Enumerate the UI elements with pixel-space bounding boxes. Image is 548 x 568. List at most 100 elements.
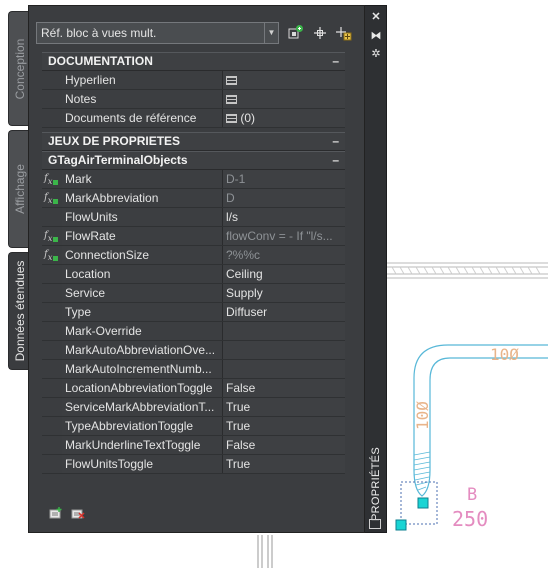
property-row[interactable]: Notes (42, 90, 345, 109)
property-row-flow-units-toggle[interactable]: FlowUnitsToggle True (42, 455, 345, 474)
property-name: LocationAbbreviationToggle (62, 379, 223, 397)
property-value: D-1 (223, 170, 345, 188)
section-gtag-air-terminal[interactable]: GTagAirTerminalObjects – (42, 151, 345, 170)
tab-affichage[interactable]: Affichage (8, 130, 30, 248)
property-value[interactable]: Diffuser (223, 303, 345, 321)
section-property-sets-title: JEUX DE PROPRIETES (48, 134, 181, 148)
property-row-service-mark-abbreviation-toggle[interactable]: ServiceMarkAbbreviationT... True (42, 398, 345, 417)
section-gtag-title: GTagAirTerminalObjects (48, 153, 188, 167)
property-value: D (223, 189, 345, 207)
property-value[interactable]: True (223, 417, 345, 435)
property-name: Mark-Override (62, 322, 223, 340)
wall-hatch-marks (391, 266, 541, 275)
collapse-icon[interactable]: – (332, 152, 339, 169)
property-value[interactable]: Supply (223, 284, 345, 302)
property-value[interactable]: False (223, 379, 345, 397)
edit-table-icon[interactable] (226, 76, 237, 85)
edit-table-icon[interactable] (226, 95, 237, 104)
gear-icon[interactable]: ✲ (368, 47, 384, 61)
close-icon[interactable]: ✕ (368, 10, 384, 24)
property-name: Notes (62, 90, 223, 108)
property-name: Location (62, 265, 223, 283)
toggle-pickadd-icon[interactable] (335, 24, 353, 42)
property-value[interactable]: (0) (223, 109, 345, 127)
property-value[interactable] (223, 360, 345, 378)
property-value[interactable]: True (223, 455, 345, 473)
property-row[interactable]: Documents de référence (0) (42, 109, 345, 128)
property-row-location-abbreviation-toggle[interactable]: LocationAbbreviationToggle False (42, 379, 345, 398)
property-value[interactable] (223, 71, 345, 89)
wall-vertical (257, 535, 273, 568)
property-row-type-abbreviation-toggle[interactable]: TypeAbbreviationToggle True (42, 417, 345, 436)
tag-number: 250 (452, 507, 488, 531)
property-row[interactable]: Hyperlien (42, 71, 345, 90)
property-value[interactable] (223, 322, 345, 340)
property-name: Type (62, 303, 223, 321)
object-type-dropdown[interactable]: Réf. bloc à vues mult. ▼ (36, 22, 279, 44)
collapse-icon[interactable]: – (332, 53, 339, 70)
property-grid: DOCUMENTATION – Hyperlien Notes Document… (42, 52, 345, 474)
property-row-mark-abbreviation[interactable]: fx MarkAbbreviation D (42, 189, 345, 208)
quick-select-icon[interactable] (287, 24, 305, 42)
edit-table-icon[interactable] (226, 114, 237, 123)
tab-donnees-etendues-label: Données étendues (12, 260, 27, 362)
wall-hatch-horizontal (387, 262, 548, 279)
property-row-mark-override[interactable]: Mark-Override (42, 322, 345, 341)
property-value[interactable]: l/s (223, 208, 345, 226)
add-property-set-icon[interactable] (49, 507, 63, 519)
palette-title-bar[interactable]: ✕ ⧓ ✲ PROPRIÉTÉS (365, 5, 387, 533)
tab-affichage-label: Affichage (12, 164, 27, 214)
property-name: MarkAbbreviation (62, 189, 223, 207)
duct-size-label-horizontal: 10Ø (490, 345, 519, 364)
property-name: FlowUnitsToggle (62, 455, 223, 473)
duct-size-label-vertical: 10Ø (413, 401, 432, 430)
property-value[interactable] (223, 341, 345, 359)
property-name: MarkUnderlineTextToggle (62, 436, 223, 454)
object-type-value: Réf. bloc à vues mult. (41, 26, 157, 40)
property-name: TypeAbbreviationToggle (62, 417, 223, 435)
property-row-location[interactable]: Location Ceiling (42, 265, 345, 284)
insertion-grip[interactable] (395, 519, 407, 531)
formula-icon: fx (44, 173, 58, 186)
property-row-connection-size[interactable]: fx ConnectionSize ?%%c (42, 246, 345, 265)
palette-title: PROPRIÉTÉS (370, 447, 382, 521)
section-documentation[interactable]: DOCUMENTATION – (42, 52, 345, 71)
property-name: Hyperlien (62, 71, 223, 89)
property-row-mark-auto-abbreviation[interactable]: MarkAutoAbbreviationOve... (42, 341, 345, 360)
chevron-down-icon[interactable]: ▼ (264, 23, 278, 43)
property-row-flow-units[interactable]: FlowUnits l/s (42, 208, 345, 227)
property-row-type[interactable]: Type Diffuser (42, 303, 345, 322)
property-name: MarkAutoAbbreviationOve... (62, 341, 223, 359)
auto-hide-icon[interactable]: ⧓ (368, 29, 384, 43)
property-value: ?%%c (223, 246, 345, 264)
duct-run[interactable] (413, 344, 548, 497)
diffuser-grip[interactable] (417, 497, 429, 509)
property-row-mark[interactable]: fx Mark D-1 (42, 170, 345, 189)
section-property-sets[interactable]: JEUX DE PROPRIETES – (42, 132, 345, 151)
property-value[interactable]: True (223, 398, 345, 416)
duct-flex-hatch (413, 451, 431, 491)
property-name: Mark (62, 170, 223, 188)
property-name: FlowRate (62, 227, 223, 245)
tab-conception[interactable]: Conception (8, 11, 30, 126)
property-name: FlowUnits (62, 208, 223, 226)
tab-donnees-etendues[interactable]: Données étendues (8, 252, 30, 370)
property-name: Service (62, 284, 223, 302)
remove-property-set-icon[interactable] (71, 507, 85, 519)
property-row-service[interactable]: Service Supply (42, 284, 345, 303)
property-row-flow-rate[interactable]: fx FlowRate flowConv = - If "l/s... (42, 227, 345, 246)
property-row-mark-auto-increment[interactable]: MarkAutoIncrementNumb... (42, 360, 345, 379)
formula-icon: fx (44, 192, 58, 205)
property-value[interactable]: False (223, 436, 345, 454)
property-value[interactable]: Ceiling (223, 265, 345, 283)
section-documentation-title: DOCUMENTATION (48, 54, 153, 68)
collapse-icon[interactable]: – (332, 133, 339, 150)
tab-conception-label: Conception (12, 38, 27, 99)
formula-icon: fx (44, 249, 58, 262)
property-value[interactable] (223, 90, 345, 108)
property-name: MarkAutoIncrementNumb... (62, 360, 223, 378)
property-name: ConnectionSize (62, 246, 223, 264)
select-objects-icon[interactable] (311, 24, 329, 42)
property-row-mark-underline-toggle[interactable]: MarkUnderlineTextToggle False (42, 436, 345, 455)
resize-grip-icon[interactable] (369, 519, 381, 529)
